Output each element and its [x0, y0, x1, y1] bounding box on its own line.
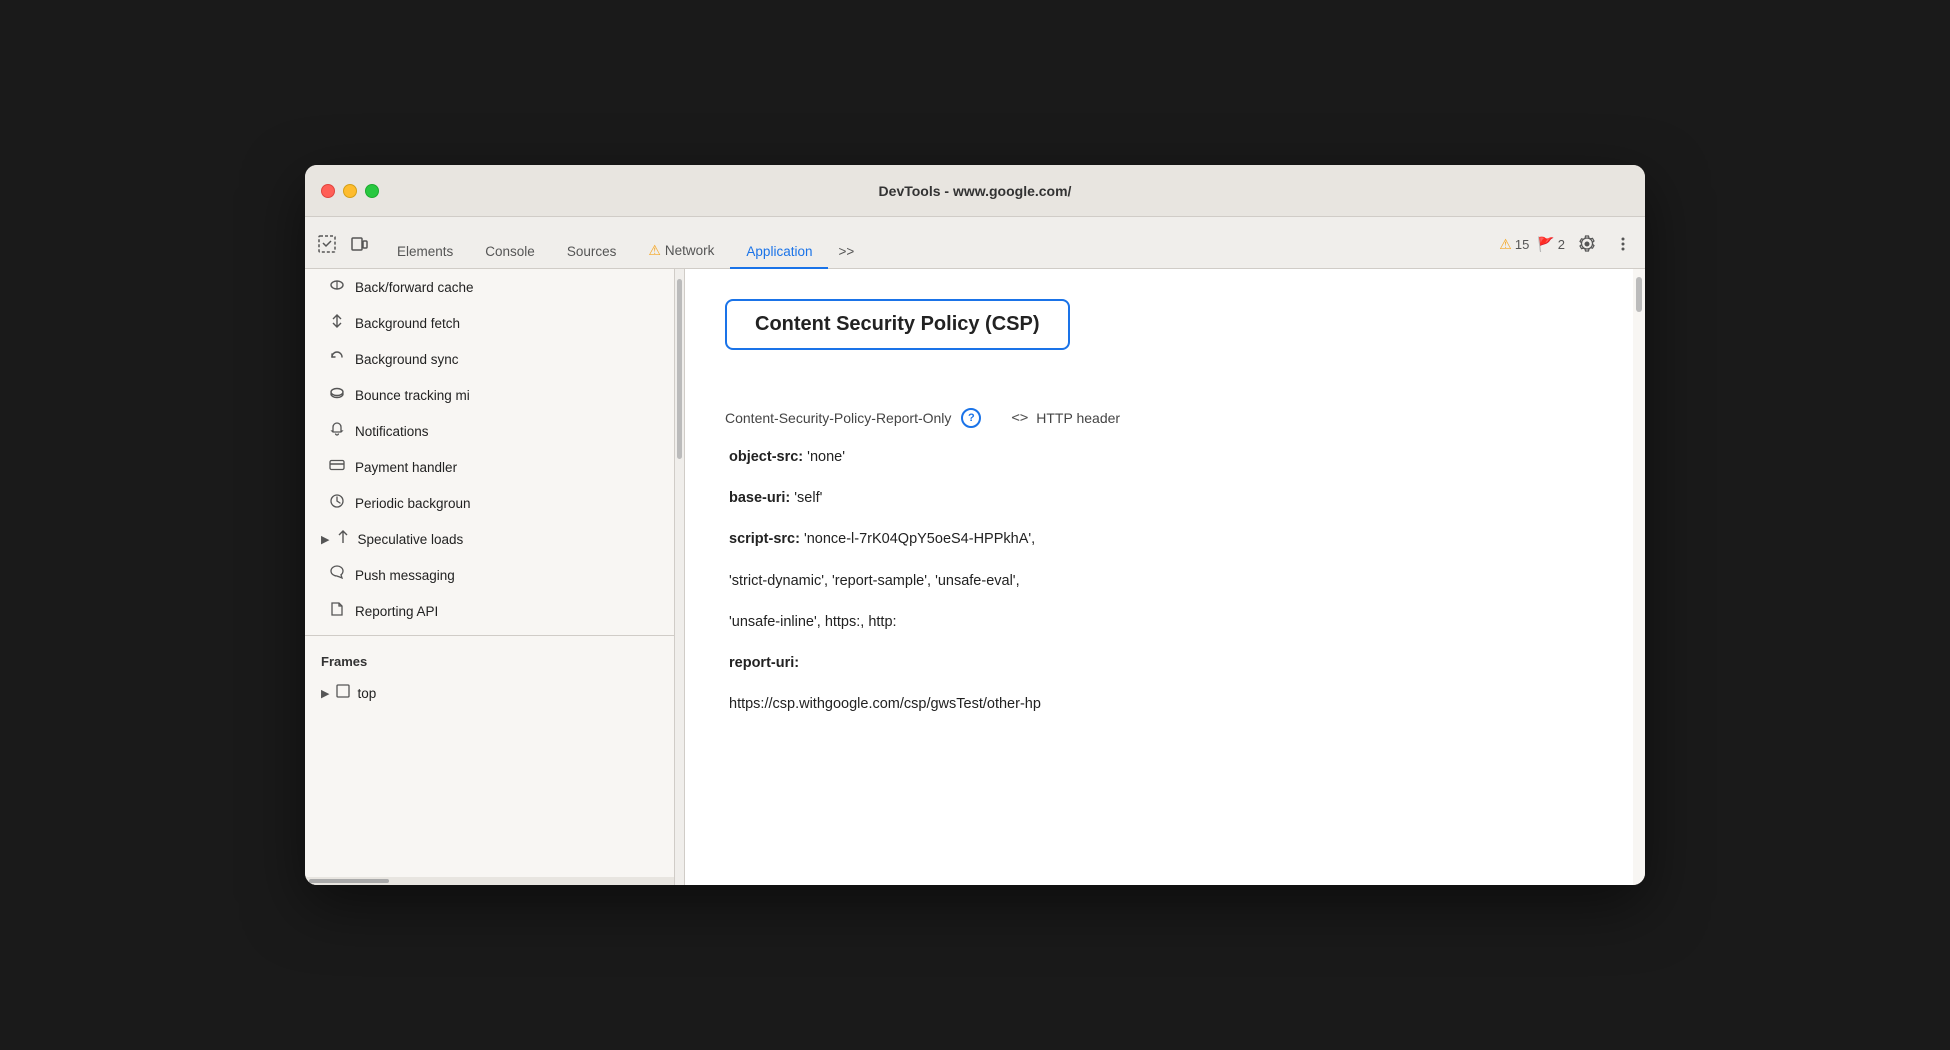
- sidebar-label-reporting-api: Reporting API: [355, 604, 438, 619]
- tab-console[interactable]: Console: [469, 236, 551, 269]
- csp-policy-row: Content-Security-Policy-Report-Only ? <>…: [725, 408, 1593, 428]
- back-forward-icon: [329, 277, 345, 297]
- more-tabs-button[interactable]: >>: [828, 236, 864, 269]
- sidebar-label-speculative-loads: Speculative loads: [357, 532, 463, 547]
- tab-elements[interactable]: Elements: [381, 236, 469, 269]
- more-options-icon[interactable]: [1609, 230, 1637, 258]
- sidebar-label-notifications: Notifications: [355, 424, 429, 439]
- directive-script-src: script-src: 'nonce-l-7rK04QpY5oeS4-HPPkh…: [725, 528, 1593, 551]
- sidebar-item-back-forward[interactable]: Back/forward cache: [305, 269, 674, 305]
- directive-object-src: object-src: 'none': [725, 446, 1593, 469]
- devtools-window: DevTools - www.google.com/ Elements Cons…: [305, 165, 1645, 885]
- close-button[interactable]: [321, 184, 335, 198]
- sidebar-item-speculative-loads[interactable]: ▶ Speculative loads: [305, 521, 674, 557]
- policy-info-icon[interactable]: ?: [961, 408, 981, 428]
- sidebar-item-background-fetch[interactable]: Background fetch: [305, 305, 674, 341]
- expand-arrow-icon: ▶: [321, 533, 329, 546]
- tab-sources[interactable]: Sources: [551, 236, 633, 269]
- warning-badge[interactable]: ⚠ 15: [1499, 236, 1529, 253]
- http-header-row: <> HTTP header: [1011, 410, 1120, 426]
- tab-bar: Elements Console Sources ⚠ Network Appli…: [305, 217, 1645, 269]
- window-title: DevTools - www.google.com/: [879, 183, 1072, 199]
- inspect-icon[interactable]: [313, 230, 341, 258]
- sidebar: Back/forward cache Background fetch B: [305, 269, 675, 885]
- sidebar-item-payment-handler[interactable]: Payment handler: [305, 449, 674, 485]
- sidebar-item-reporting-api[interactable]: Reporting API: [305, 593, 674, 629]
- settings-icon[interactable]: [1573, 230, 1601, 258]
- sidebar-label-back-forward: Back/forward cache: [355, 280, 474, 295]
- device-toolbar-icon[interactable]: [345, 230, 373, 258]
- push-messaging-icon: [329, 565, 345, 585]
- warning-count: 15: [1515, 237, 1529, 252]
- sidebar-label-frames-top: top: [357, 686, 376, 701]
- directive-report-uri-value: https://csp.withgoogle.com/csp/gwsTest/o…: [725, 693, 1593, 716]
- main-content: Back/forward cache Background fetch B: [305, 269, 1645, 885]
- background-sync-icon: [329, 349, 345, 369]
- frames-top-icon: [335, 683, 351, 703]
- main-vscroll-thumb[interactable]: [1636, 277, 1642, 312]
- reporting-api-icon: [329, 601, 345, 621]
- sidebar-label-background-sync: Background sync: [355, 352, 459, 367]
- frames-section-header: Frames: [305, 642, 674, 675]
- bounce-tracking-icon: [329, 385, 345, 405]
- tab-network[interactable]: ⚠ Network: [632, 234, 730, 269]
- sidebar-label-bounce-tracking: Bounce tracking mi: [355, 388, 470, 403]
- sidebar-item-frames-top[interactable]: ▶ top: [305, 675, 674, 711]
- main-panel: Content Security Policy (CSP) Content-Se…: [685, 269, 1633, 885]
- policy-label: Content-Security-Policy-Report-Only: [725, 410, 951, 426]
- periodic-background-icon: [329, 493, 345, 513]
- notifications-icon: [329, 421, 345, 441]
- network-warning-icon: ⚠: [648, 242, 661, 259]
- error-badge[interactable]: 🚩 2: [1537, 236, 1565, 253]
- sidebar-item-background-sync[interactable]: Background sync: [305, 341, 674, 377]
- sidebar-label-periodic-background: Periodic backgroun: [355, 496, 471, 511]
- csp-title-box: Content Security Policy (CSP): [725, 299, 1070, 350]
- sidebar-label-background-fetch: Background fetch: [355, 316, 460, 331]
- warning-badge-icon: ⚠: [1499, 236, 1512, 253]
- directive-base-uri: base-uri: 'self': [725, 487, 1593, 510]
- directive-report-uri: report-uri:: [725, 652, 1593, 675]
- error-count: 2: [1558, 237, 1565, 252]
- maximize-button[interactable]: [365, 184, 379, 198]
- minimize-button[interactable]: [343, 184, 357, 198]
- sidebar-hscroll-thumb[interactable]: [309, 879, 389, 883]
- sidebar-label-push-messaging: Push messaging: [355, 568, 455, 583]
- sidebar-item-push-messaging[interactable]: Push messaging: [305, 557, 674, 593]
- sidebar-horizontal-scrollbar[interactable]: [305, 877, 674, 885]
- http-header-label: HTTP header: [1036, 410, 1120, 426]
- tab-bar-right: ⚠ 15 🚩 2: [1499, 230, 1637, 268]
- traffic-lights: [321, 184, 379, 198]
- frames-expand-arrow-icon: ▶: [321, 687, 329, 700]
- background-fetch-icon: [329, 313, 345, 333]
- tab-application[interactable]: Application: [730, 236, 828, 269]
- sidebar-item-notifications[interactable]: Notifications: [305, 413, 674, 449]
- error-badge-icon: 🚩: [1537, 236, 1554, 253]
- code-brackets-icon: <>: [1011, 410, 1028, 426]
- toolbar-icons: [313, 230, 373, 268]
- speculative-loads-icon: [335, 529, 351, 549]
- sidebar-item-bounce-tracking[interactable]: Bounce tracking mi: [305, 377, 674, 413]
- sidebar-item-periodic-background[interactable]: Periodic backgroun: [305, 485, 674, 521]
- csp-title: Content Security Policy (CSP): [755, 313, 1040, 335]
- sidebar-label-payment-handler: Payment handler: [355, 460, 457, 475]
- sidebar-vscroll-thumb[interactable]: [677, 279, 682, 459]
- directive-unsafe-inline: 'unsafe-inline', https:, http:: [725, 611, 1593, 634]
- directive-strict-dynamic: 'strict-dynamic', 'report-sample', 'unsa…: [725, 570, 1593, 593]
- payment-handler-icon: [329, 457, 345, 477]
- title-bar: DevTools - www.google.com/: [305, 165, 1645, 217]
